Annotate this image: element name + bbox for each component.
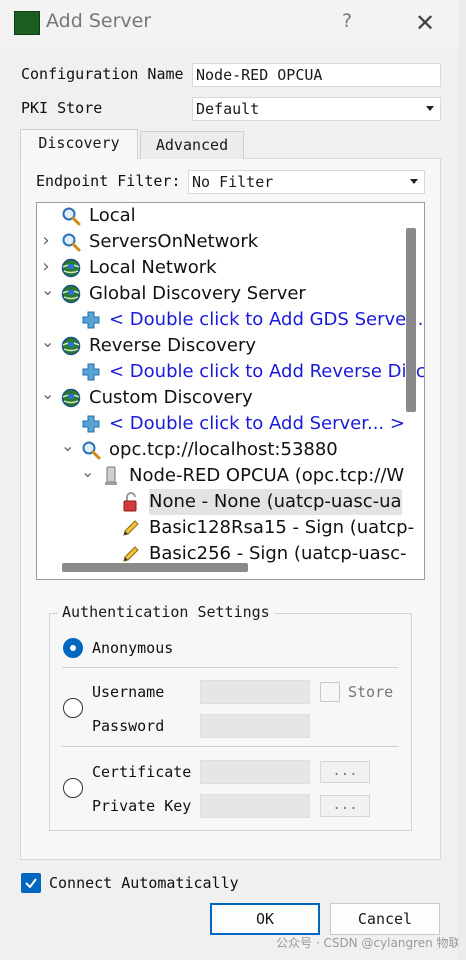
network-globe-icon [61, 258, 81, 278]
tree-item-label: Local [89, 205, 136, 226]
cancel-button[interactable]: Cancel [330, 903, 440, 935]
network-globe-icon [61, 388, 81, 408]
anonymous-radio[interactable] [63, 638, 83, 658]
username-label: Username [92, 683, 165, 701]
tree-item-label: Basic128Rsa15 - Sign (uatcp- [149, 517, 415, 538]
pki-store-select[interactable]: Default [192, 97, 441, 121]
network-globe-icon [61, 336, 81, 356]
chevron-down-icon[interactable]: ⌄ [81, 463, 94, 489]
configuration-name-label: Configuration Name [21, 65, 184, 83]
watermark: 公众号 · CSDN @cylangren 物联网 [276, 936, 466, 950]
authentication-title: Authentication Settings [58, 603, 274, 621]
chevron-down-icon [426, 106, 434, 111]
chevron-down-icon [410, 179, 418, 184]
pencil-icon [121, 518, 141, 538]
close-button[interactable]: ✕ [408, 6, 442, 40]
window-title: Add Server [46, 10, 152, 32]
pki-store-label: PKI Store [21, 99, 103, 117]
help-button[interactable]: ? [342, 10, 352, 32]
certificate-radio[interactable] [63, 778, 83, 798]
pki-store-value: Default [196, 100, 260, 118]
tree-item-label: None - None (uatcp-uasc-ua [149, 489, 402, 515]
tree-item-label: Custom Discovery [89, 387, 253, 408]
unlocked-padlock-icon [121, 492, 141, 512]
plus-icon [81, 362, 101, 382]
tree-item-label: opc.tcp://localhost:53880 [109, 439, 338, 460]
divider [62, 746, 398, 747]
pencil-icon [121, 544, 141, 564]
background-window [458, 0, 466, 960]
server-icon [101, 466, 121, 486]
store-checkbox[interactable] [320, 682, 340, 702]
chevron-down-icon[interactable]: ⌄ [41, 385, 54, 411]
network-globe-icon [61, 284, 81, 304]
vertical-scrollbar[interactable] [406, 228, 416, 412]
tree-item-label: < Double click to Add GDS Server... [109, 309, 425, 330]
discovery-tree[interactable]: Local › ServersOnNetwork › Local Network ⌄ Glo… [36, 202, 425, 580]
tree-item-label: < Double click to Add Server... > [109, 413, 405, 434]
tree-item-label: Local Network [89, 257, 217, 278]
certificate-browse-button[interactable]: ... [320, 761, 370, 783]
password-label: Password [92, 717, 165, 735]
private-key-label: Private Key [92, 797, 192, 815]
anonymous-label: Anonymous [92, 639, 174, 657]
endpoint-filter-select[interactable]: No Filter [188, 170, 425, 194]
password-input[interactable] [200, 714, 310, 738]
chevron-down-icon[interactable]: ⌄ [61, 437, 74, 463]
tree-item-label: < Double click to Add Reverse Discovery.… [109, 361, 424, 382]
private-key-browse-button[interactable]: ... [320, 795, 370, 817]
username-radio[interactable] [63, 698, 83, 718]
magnifier-icon [61, 206, 81, 226]
tree-item-label: ServersOnNetwork [89, 231, 259, 252]
username-input[interactable] [200, 680, 310, 704]
magnifier-icon [61, 232, 81, 252]
horizontal-scrollbar[interactable] [62, 563, 248, 572]
chevron-right-icon[interactable]: › [41, 255, 51, 281]
tree-item-label: Reverse Discovery [89, 335, 257, 356]
configuration-name-input[interactable]: Node-RED OPCUA [192, 63, 441, 87]
tree-item-label: Node-RED OPCUA (opc.tcp://W [129, 465, 405, 486]
magnifier-icon [81, 440, 101, 460]
ok-button[interactable]: OK [210, 903, 320, 935]
tab-advanced[interactable]: Advanced [140, 131, 244, 159]
chevron-down-icon[interactable]: ⌄ [41, 281, 54, 307]
chevron-down-icon[interactable]: ⌄ [41, 333, 54, 359]
endpoint-filter-value: No Filter [192, 173, 274, 191]
plus-icon [81, 414, 101, 434]
connect-automatically-checkbox[interactable] [21, 873, 41, 893]
divider [62, 667, 398, 668]
endpoint-filter-label: Endpoint Filter: [36, 172, 181, 190]
chevron-right-icon[interactable]: › [41, 229, 51, 255]
certificate-input[interactable] [200, 760, 310, 784]
certificate-label: Certificate [92, 763, 192, 781]
private-key-input[interactable] [200, 794, 310, 818]
app-icon [14, 11, 40, 35]
plus-icon [81, 310, 101, 330]
connect-automatically-label: Connect Automatically [49, 874, 239, 892]
store-label: Store [348, 683, 394, 701]
tree-item-label: Global Discovery Server [89, 283, 306, 304]
checkmark-icon [25, 878, 37, 889]
tab-discovery[interactable]: Discovery [20, 129, 138, 159]
